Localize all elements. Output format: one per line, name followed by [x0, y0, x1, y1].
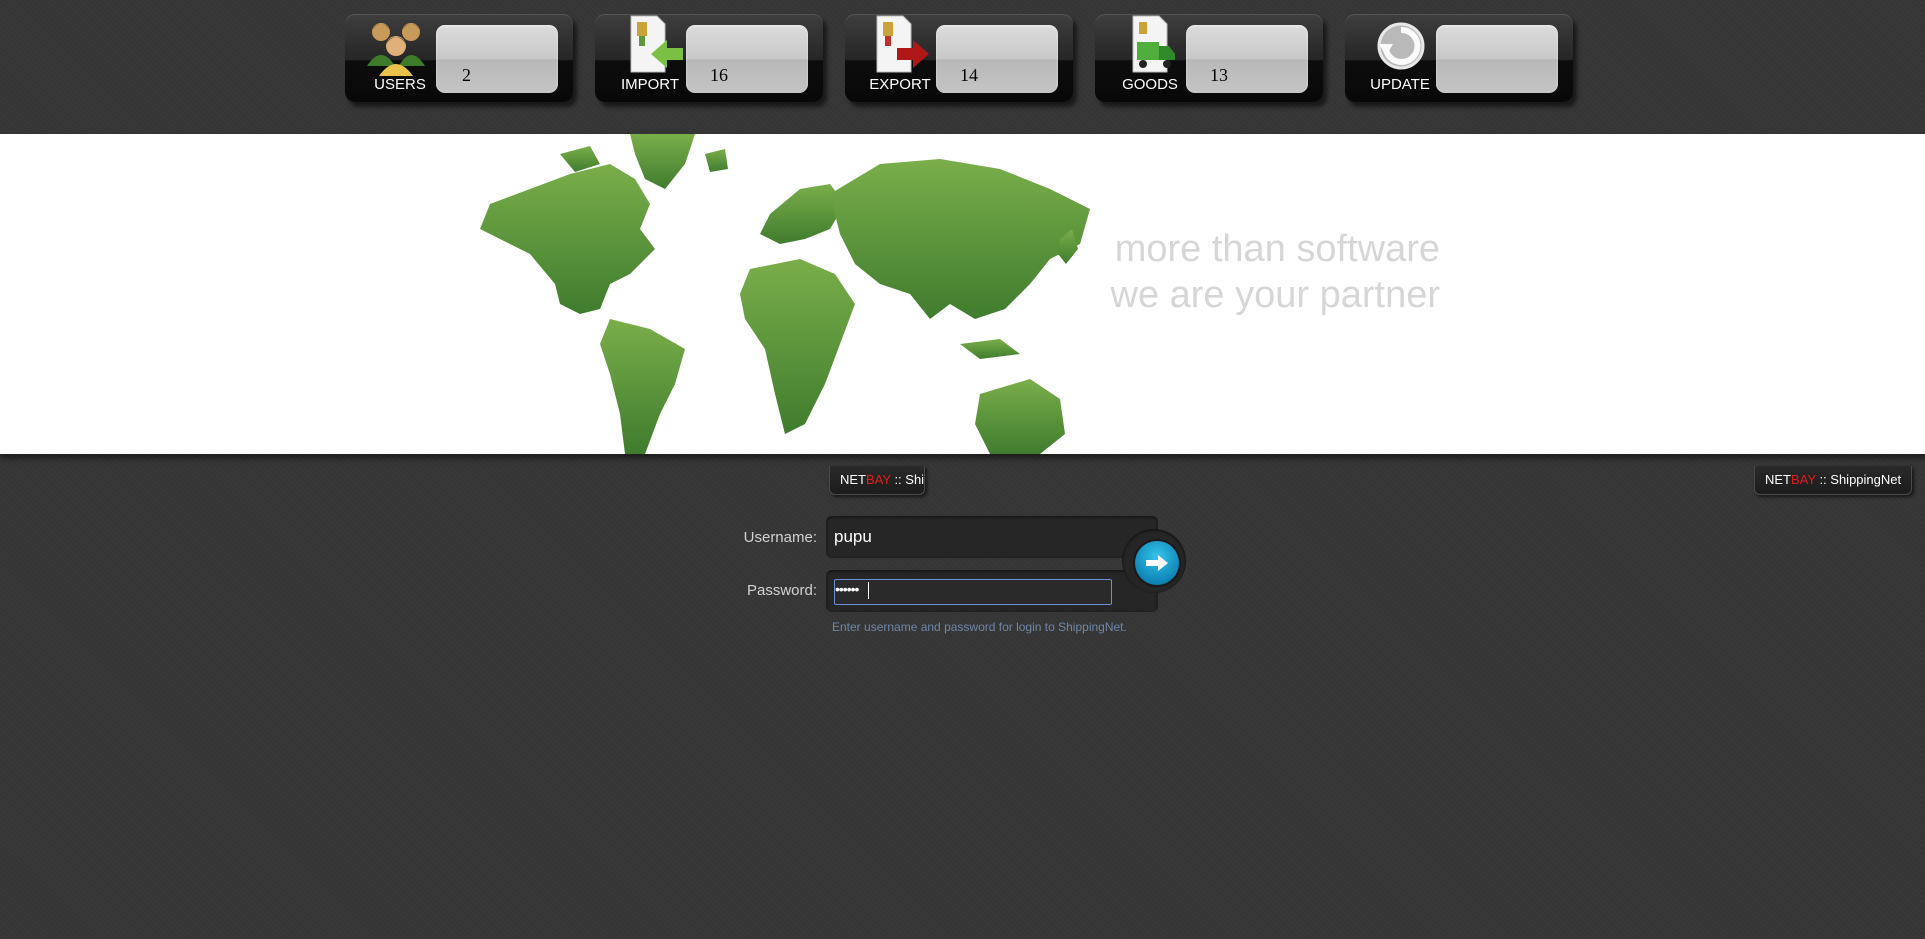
goods-truck-icon	[1132, 15, 1175, 73]
export-tile[interactable]: EXPORT 14	[845, 14, 1073, 102]
update-count-box	[1436, 25, 1558, 93]
goods-count-box	[1186, 25, 1308, 93]
top-toolbar: USERS 2 IMPORT 16 EXPORT 14 GOODS 13 UPD…	[0, 0, 1925, 134]
brand-bay-text: BAY	[866, 472, 891, 487]
brand-suffix-text: :: ShippingNet	[1815, 472, 1902, 487]
login-hint: Enter username and password for login to…	[832, 620, 1127, 634]
export-count: 14	[960, 65, 978, 85]
refresh-icon	[1377, 22, 1425, 70]
users-icon	[367, 23, 425, 76]
arrow-right-icon	[1146, 555, 1168, 571]
tagline-line-2: we are your partner	[1110, 274, 1441, 316]
import-document-icon	[630, 15, 683, 73]
export-count-box	[936, 25, 1058, 93]
text-caret	[868, 582, 869, 599]
brand-tab: NETBAY :: ShippingNet	[1754, 466, 1913, 495]
hero-banner: more than software we are your partner	[0, 134, 1925, 454]
password-mask: ••••••	[835, 581, 859, 597]
goods-tile[interactable]: GOODS 13	[1095, 14, 1323, 102]
brand-suffix-text: :: Ship	[894, 472, 925, 487]
tagline-line-1: more than software	[1114, 228, 1440, 270]
users-count-box	[436, 25, 558, 93]
username-label: Username:	[743, 529, 817, 546]
import-count: 16	[710, 65, 728, 85]
users-count: 2	[462, 65, 471, 85]
import-tile[interactable]: IMPORT 16	[595, 14, 823, 102]
world-map-image	[480, 134, 1090, 454]
password-label: Password:	[746, 582, 817, 599]
goods-count: 13	[1210, 65, 1228, 85]
export-document-icon	[876, 15, 929, 73]
brand-bay-text: BAY	[1791, 472, 1816, 487]
brand-net-text: NET	[840, 472, 866, 487]
username-input[interactable]	[834, 526, 1134, 548]
brand-tab-partial: NETBAY :: Ship	[829, 466, 925, 495]
update-tile[interactable]: UPDATE	[1345, 14, 1573, 102]
tagline: more than software we are your partner	[1080, 226, 1441, 318]
login-button[interactable]	[1135, 541, 1179, 585]
users-tile[interactable]: USERS 2	[345, 14, 573, 102]
import-count-box	[686, 25, 808, 93]
password-input[interactable]	[834, 579, 1112, 605]
brand-net-text: NET	[1765, 472, 1791, 487]
